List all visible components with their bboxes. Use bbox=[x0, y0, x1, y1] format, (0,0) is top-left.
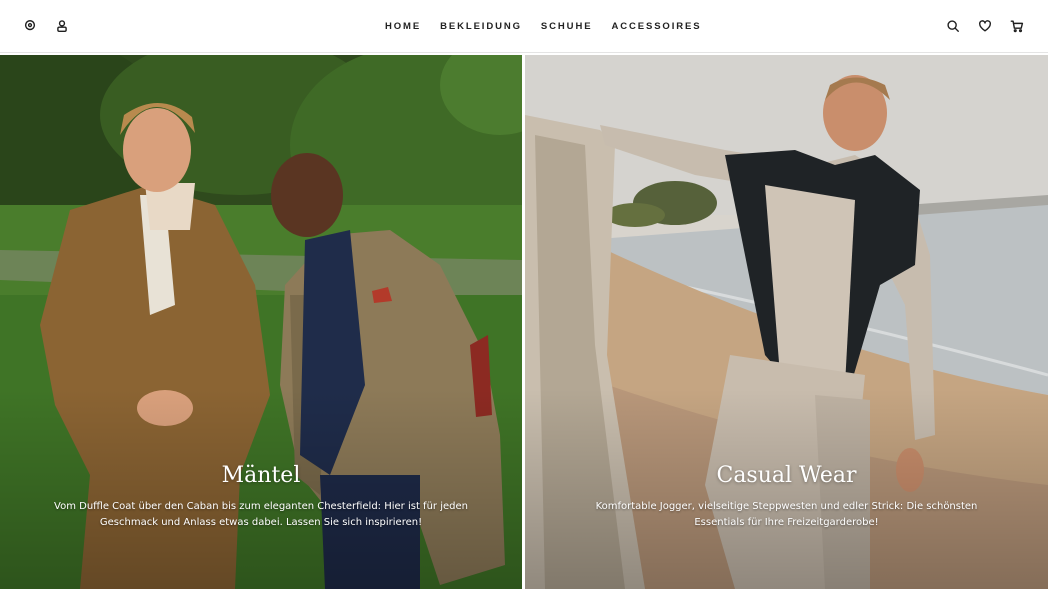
image-shade bbox=[0, 389, 522, 589]
hero-tile-casual-wear[interactable]: Casual Wear Komfortable Jogger, vielseit… bbox=[525, 55, 1048, 589]
nav-home[interactable]: HOME bbox=[385, 21, 421, 32]
nav-schuhe[interactable]: SCHUHE bbox=[541, 21, 593, 32]
hero-title-maentel: Mäntel bbox=[221, 463, 301, 488]
site-header: HOME BEKLEIDUNG SCHUHE ACCESSOIRES bbox=[0, 0, 1048, 53]
hero-tile-maentel[interactable]: Mäntel Vom Duffle Coat über den Caban bi… bbox=[0, 55, 522, 589]
cart-icon[interactable] bbox=[1008, 17, 1026, 35]
user-icon[interactable] bbox=[53, 17, 71, 35]
hero-text-casual-wear: Komfortable Jogger, vielseitige Steppwes… bbox=[595, 501, 978, 528]
hero-title-casual-wear: Casual Wear bbox=[716, 463, 857, 488]
nav-accessoires[interactable]: ACCESSOIRES bbox=[611, 21, 701, 32]
search-icon[interactable] bbox=[944, 17, 962, 35]
main-navigation: HOME BEKLEIDUNG SCHUHE ACCESSOIRES bbox=[385, 0, 721, 53]
heart-icon[interactable] bbox=[976, 17, 994, 35]
hero-text-maentel: Vom Duffle Coat über den Caban bis zum e… bbox=[54, 501, 468, 528]
nav-bekleidung[interactable]: BEKLEIDUNG bbox=[440, 21, 522, 32]
image-shade bbox=[525, 389, 1048, 589]
location-pin-icon[interactable] bbox=[21, 17, 39, 35]
